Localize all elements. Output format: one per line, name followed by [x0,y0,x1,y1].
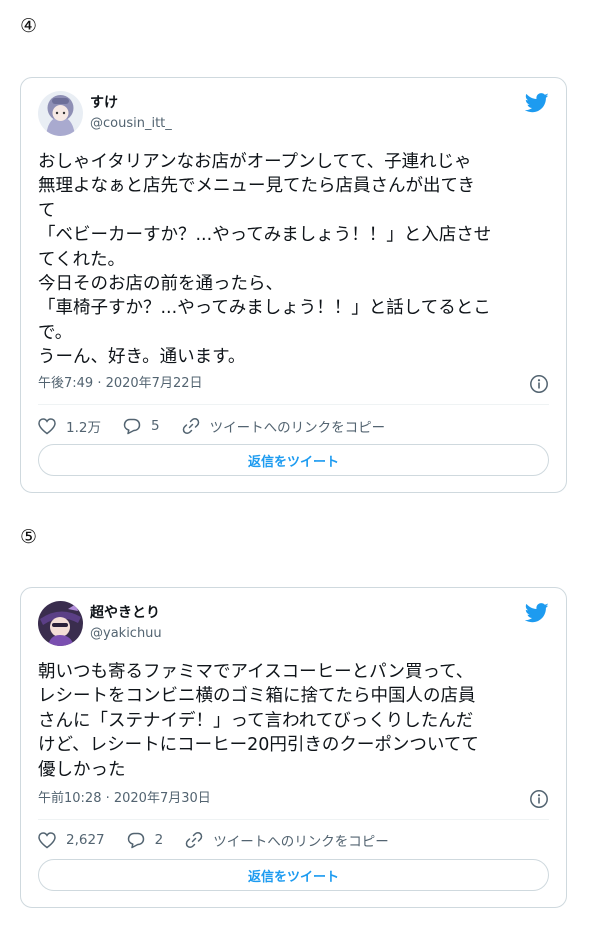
reply-count-button[interactable]: 2 [127,832,164,849]
tweet-text: おしゃイタリアンなお店がオープンしてて、子連れじゃ 無理よなぁと店先でメニュー見… [38,152,492,368]
reply-count: 2 [154,832,164,848]
tweet-actions: 1.2万 5 ツイートへのリンクをコピー [38,414,549,438]
reply-count-button[interactable]: 5 [123,418,160,435]
copy-link-button[interactable]: ツイートへのリンクをコピー [185,830,389,850]
info-icon[interactable] [529,789,549,809]
divider [38,819,549,820]
user-name[interactable]: 超やきとり [90,605,160,622]
link-icon [185,832,203,848]
divider [38,404,549,405]
tweet-timestamp[interactable]: 午前10:28 · 2020年7月30日 [38,791,211,807]
copy-link-button[interactable]: ツイートへのリンクをコピー [182,416,386,436]
avatar[interactable] [38,601,83,646]
tweet-card[interactable]: 超やきとり @yakichuu 朝いつも寄るファミマでアイスコーヒーとパン買って… [20,587,567,908]
copy-link-label: ツイートへのリンクをコピー [213,834,389,850]
user-name[interactable]: すけ [90,95,118,112]
tweet-actions: 2,627 2 ツイートへのリンクをコピー [38,828,549,852]
like-button[interactable]: 2,627 [38,831,105,849]
speech-bubble-icon [127,832,144,848]
heart-icon [38,831,56,848]
user-handle[interactable]: @yakichuu [90,626,162,642]
twitter-bird-icon[interactable] [525,603,549,623]
info-icon[interactable] [529,374,549,394]
tweet-card[interactable]: すけ @cousin_itt_ おしゃイタリアンなお店がオープンしてて、子連れじ… [20,77,567,493]
like-count: 2,627 [66,832,105,848]
speech-bubble-icon [123,418,141,434]
like-button[interactable]: 1.2万 [38,416,101,436]
tweet-text: 朝いつも寄るファミマでアイスコーヒーとパン買って、 レシートをコンビニ横のゴミ箱… [38,662,479,780]
twitter-bird-icon[interactable] [525,93,549,113]
tweet-timestamp[interactable]: 午後7:49 · 2020年7月22日 [38,376,203,392]
user-handle[interactable]: @cousin_itt_ [90,116,172,132]
avatar[interactable] [38,91,83,136]
reply-count: 5 [150,418,160,434]
tweet-index-label: ⑤ [20,526,38,548]
reply-tweet-button[interactable]: 返信をツイート [38,859,549,891]
reply-tweet-button[interactable]: 返信をツイート [38,444,549,476]
heart-icon [38,417,56,434]
copy-link-label: ツイートへのリンクをコピー [209,420,386,436]
link-icon [182,418,199,434]
like-count: 1.2万 [66,420,101,436]
tweet-index-label: ④ [20,15,38,37]
